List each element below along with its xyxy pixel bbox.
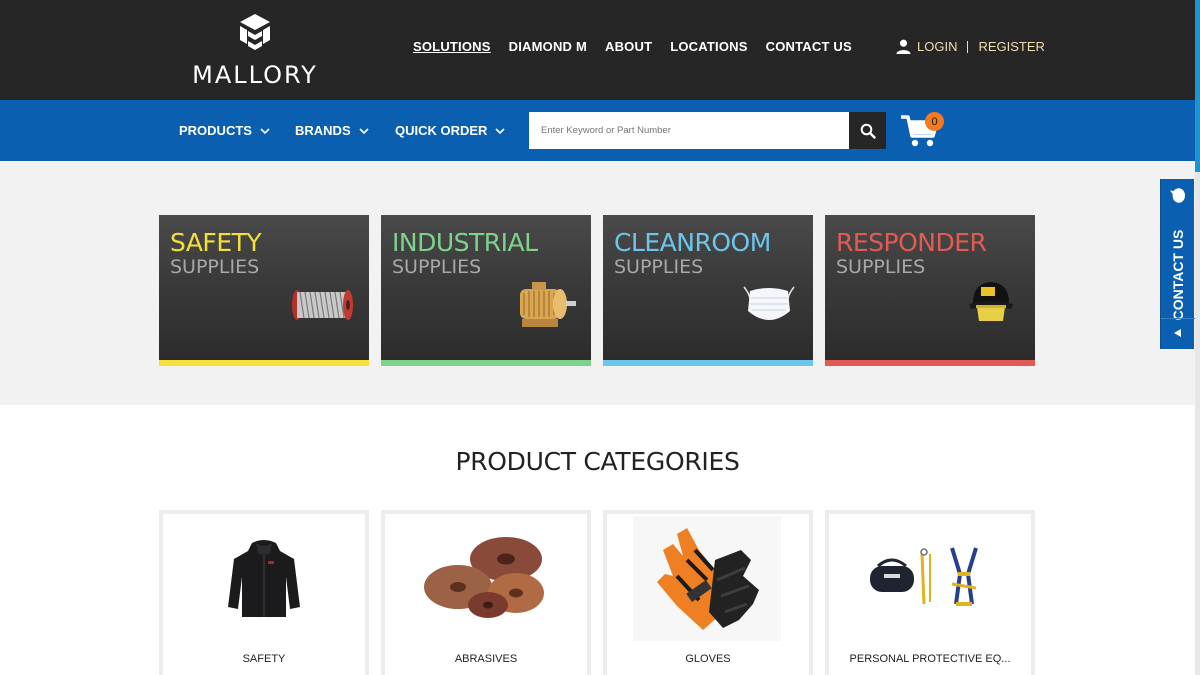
category-card-gloves[interactable]: GLOVES <box>603 510 813 675</box>
expand-arrow-icon[interactable] <box>1173 328 1183 338</box>
tile-title: INDUSTRIAL <box>392 228 538 257</box>
category-name: SAFETY <box>242 653 286 665</box>
chevron-down-icon <box>359 127 369 134</box>
tile-title: RESPONDER <box>836 228 987 257</box>
nav-about[interactable]: ABOUT <box>605 39 652 54</box>
solution-tile-industrial[interactable]: INDUSTRIAL SUPPLIES <box>381 215 591 366</box>
electric-motor-icon <box>520 282 576 327</box>
category-image <box>210 516 318 641</box>
category-image <box>855 516 1003 641</box>
search-icon <box>860 123 876 139</box>
nav-locations[interactable]: LOCATIONS <box>670 39 747 54</box>
solution-tile-safety[interactable]: SAFETY SUPPLIES <box>159 215 369 366</box>
harness-kit-icon <box>870 546 978 606</box>
category-card-ppe[interactable]: PERSONAL PROTECTIVE EQ... <box>825 510 1035 675</box>
category-image <box>633 516 781 641</box>
category-card-safety[interactable]: SAFETY <box>159 510 369 675</box>
tile-title: CLEANROOM <box>614 228 771 257</box>
account-links: LOGIN REGISTER <box>896 39 1045 54</box>
top-nav: SOLUTIONS DIAMOND M ABOUT LOCATIONS CONT… <box>413 39 870 54</box>
gloves-icon <box>657 527 759 630</box>
nav-solutions[interactable]: SOLUTIONS <box>413 39 491 54</box>
product-categories-title: PRODUCT CATEGORIES <box>455 447 740 476</box>
contact-tab-divider <box>1161 318 1195 319</box>
menu-quick-order-label: QUICK ORDER <box>395 123 488 138</box>
user-icon <box>896 39 911 54</box>
category-card-abrasives[interactable]: ABRASIVES <box>381 510 591 675</box>
fire-helmet-icon <box>969 282 1013 321</box>
category-name: GLOVES <box>685 653 731 665</box>
top-header: MALLORY SOLUTIONS DIAMOND M ABOUT LOCATI… <box>0 0 1200 100</box>
jacket-icon <box>228 539 300 617</box>
wire-spool-icon <box>292 290 353 320</box>
register-link[interactable]: REGISTER <box>978 39 1044 54</box>
chevron-down-icon <box>495 127 506 134</box>
mallory-logo-mark <box>240 14 270 50</box>
mallory-logo[interactable]: MALLORY <box>185 12 325 92</box>
tile-title: SAFETY <box>170 228 262 257</box>
search-input[interactable] <box>529 112 849 149</box>
abrasive-discs-icon <box>424 536 544 618</box>
nav-contact-us[interactable]: CONTACT US <box>766 39 852 54</box>
account-divider <box>967 40 969 53</box>
solution-tile-cleanroom[interactable]: CLEANROOM SUPPLIES <box>603 215 813 366</box>
category-name: ABRASIVES <box>454 653 518 665</box>
contact-us-tab[interactable]: CONTACT US <box>1160 179 1195 349</box>
logo-wordmark: MALLORY <box>192 61 318 89</box>
scrollbar-thumb[interactable] <box>1195 0 1200 172</box>
menu-brands-label: BRANDS <box>295 123 351 138</box>
tile-subtitle: SUPPLIES <box>170 256 260 278</box>
category-image <box>419 516 553 641</box>
contact-us-tab-label: CONTACT US <box>1170 229 1186 321</box>
chevron-down-icon <box>260 127 270 134</box>
tile-subtitle: SUPPLIES <box>836 256 926 278</box>
menu-quick-order[interactable]: QUICK ORDER <box>395 123 506 138</box>
main-menu-bar: PRODUCTS BRANDS QUICK ORDER <box>0 100 1195 161</box>
search-button[interactable] <box>849 112 886 149</box>
login-link[interactable]: LOGIN <box>917 39 957 54</box>
search-bar <box>529 112 886 149</box>
menu-brands[interactable]: BRANDS <box>295 123 369 138</box>
menu-products-label: PRODUCTS <box>179 123 252 138</box>
nav-diamond-m[interactable]: DIAMOND M <box>509 39 587 54</box>
tile-subtitle: SUPPLIES <box>392 256 482 278</box>
menu-products[interactable]: PRODUCTS <box>179 123 270 138</box>
face-mask-icon <box>743 286 795 320</box>
category-name: PERSONAL PROTECTIVE EQ... <box>849 653 1011 665</box>
chat-bubble-icon <box>1170 188 1185 203</box>
solution-tile-responder[interactable]: RESPONDER SUPPLIES <box>825 215 1035 366</box>
tile-subtitle: SUPPLIES <box>614 256 704 278</box>
cart-count-badge: 0 <box>925 112 944 131</box>
